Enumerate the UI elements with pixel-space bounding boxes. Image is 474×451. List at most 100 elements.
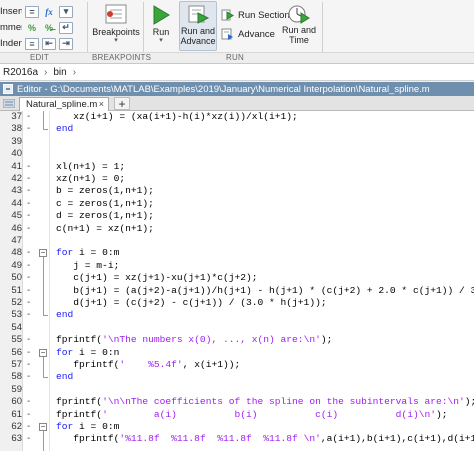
- code-line[interactable]: 55- fprintf('\nThe numbers x(0), ..., x(n…: [0, 334, 474, 346]
- code-line[interactable]: 59: [0, 384, 474, 396]
- code-token: c(j+1) = xz(j+1)-xu(j+1)*c(j+2);: [56, 272, 258, 284]
- breakpoint-dash[interactable]: -: [27, 409, 30, 421]
- code-token: ,a(i+1),b(i+1),c(i+1),d(i+1));: [320, 433, 474, 445]
- code-text: fprintf('\nThe numbers x(0), ..., x(n) a…: [56, 334, 332, 346]
- breakpoint-dash[interactable]: -: [27, 223, 30, 235]
- code-line[interactable]: 57- fprintf(' %5.4f', x(i+1));: [0, 359, 474, 371]
- path-segment-release[interactable]: R2016a: [3, 67, 38, 78]
- code-line[interactable]: 50- c(j+1) = xz(j+1)-xu(j+1)*c(j+2);: [0, 272, 474, 284]
- code-line[interactable]: 44- c = zeros(1,n+1);: [0, 198, 474, 210]
- code-line[interactable]: 37- xz(i+1) = (xa(i+1)-h(i)*xz(i))/xl(i+…: [0, 111, 474, 123]
- breakpoint-dash[interactable]: -: [27, 334, 30, 346]
- breakpoint-dash[interactable]: -: [27, 198, 30, 210]
- code-line[interactable]: 58- end: [0, 371, 474, 383]
- breakpoint-dash[interactable]: -: [27, 421, 30, 433]
- code-line[interactable]: 61- fprintf(' a(i) b(i) c(i) d(i)\n');: [0, 409, 474, 421]
- fx-icon[interactable]: fx: [42, 6, 56, 18]
- breakpoint-dash[interactable]: -: [27, 309, 30, 321]
- run-section-button[interactable]: Run Section: [221, 9, 290, 21]
- indent-row[interactable]: Indent ≡ ⇤ ⇥: [0, 36, 73, 51]
- advance-button[interactable]: Advance: [221, 28, 275, 40]
- breakpoint-dash[interactable]: -: [27, 260, 30, 272]
- code-line[interactable]: 39: [0, 136, 474, 148]
- string-token: ' %5.4f': [119, 359, 183, 370]
- wrap-comments-icon[interactable]: ↵: [59, 21, 73, 34]
- chevron-right-icon[interactable]: ›: [73, 67, 76, 78]
- breakpoint-dash[interactable]: -: [27, 123, 30, 135]
- current-folder-bar[interactable]: R2016a › bin ›: [0, 64, 474, 81]
- code-line[interactable]: 63- fprintf('%11.8f %11.8f %11.8f %11.8f…: [0, 433, 474, 445]
- editor-title-bar: Editor - G:\Documents\MATLAB\Examples\20…: [0, 82, 474, 96]
- breakpoint-dash[interactable]: -: [27, 371, 30, 383]
- code-line[interactable]: 54: [0, 322, 474, 334]
- line-number: 63: [11, 433, 22, 445]
- comment-label: mment: [0, 22, 22, 33]
- function-menu-icon[interactable]: ▾: [59, 5, 73, 18]
- code-line[interactable]: 52- d(j+1) = (c(j+2) - c(j+1)) / (3.0 * …: [0, 297, 474, 309]
- code-line[interactable]: 60- fprintf('\n\nThe coefficients of the …: [0, 396, 474, 408]
- tab-natural-spline[interactable]: Natural_spline.m ×: [19, 97, 109, 111]
- insert-row[interactable]: Insert = fx ▾: [0, 4, 73, 19]
- string-token: ' a(i) b(i) c(i) d(i)\n': [102, 408, 436, 420]
- increase-indent-icon[interactable]: ⇥: [59, 37, 73, 50]
- fold-toggle-icon[interactable]: −: [39, 423, 47, 431]
- run-and-advance-button[interactable]: Run and Advance: [179, 1, 217, 51]
- uncomment-icon[interactable]: %̶: [42, 22, 56, 34]
- code-line[interactable]: 49- j = m-i;: [0, 260, 474, 272]
- code-line[interactable]: 41- xl(n+1) = 1;: [0, 161, 474, 173]
- code-line[interactable]: 56- for i = 0:n: [0, 347, 474, 359]
- line-number: 55: [11, 334, 22, 346]
- breakpoint-dash[interactable]: -: [27, 173, 30, 185]
- breakpoint-dash[interactable]: -: [27, 285, 30, 297]
- line-number: 58: [11, 371, 22, 383]
- code-text: for i = 0:m: [56, 247, 119, 259]
- code-line[interactable]: 46- c(n+1) = xz(n+1);: [0, 223, 474, 235]
- breakpoint-dash[interactable]: -: [27, 210, 30, 222]
- smart-indent-icon[interactable]: ≡: [25, 37, 39, 50]
- breakpoint-dash[interactable]: -: [27, 185, 30, 197]
- breakpoint-dash[interactable]: -: [27, 396, 30, 408]
- fold-toggle-icon[interactable]: −: [39, 249, 47, 258]
- code-line[interactable]: 53- end: [0, 309, 474, 321]
- code-line[interactable]: 48- for i = 0:m: [0, 247, 474, 259]
- run-and-time-button[interactable]: Run and Time: [281, 3, 317, 45]
- close-icon[interactable]: ×: [99, 99, 104, 109]
- comment-icon[interactable]: %: [25, 22, 39, 34]
- code-line[interactable]: 45- d = zeros(1,n+1);: [0, 210, 474, 222]
- code-line[interactable]: 51- b(j+1) = (a(j+2)-a(j+1))/h(j+1) - h(…: [0, 285, 474, 297]
- breakpoint-dash[interactable]: -: [27, 247, 30, 259]
- breakpoint-dash[interactable]: -: [27, 272, 30, 284]
- code-line[interactable]: 38- end: [0, 123, 474, 135]
- run-and-advance-label-2: Advance: [180, 36, 216, 46]
- code-line[interactable]: 40: [0, 148, 474, 160]
- code-line[interactable]: 62- for i = 0:m: [0, 421, 474, 433]
- code-token: d = zeros(1,n+1);: [56, 210, 154, 222]
- code-token: i = 0:m: [73, 421, 120, 432]
- breakpoints-button[interactable]: Breakpoints ▾: [92, 3, 140, 45]
- breakpoint-dash[interactable]: -: [27, 297, 30, 309]
- breakpoint-dash[interactable]: -: [27, 359, 30, 371]
- keyword-token: for: [56, 247, 74, 259]
- tab-list-icon[interactable]: [3, 99, 15, 108]
- comment-row[interactable]: mment % %̶ ↵: [0, 20, 73, 35]
- breakpoint-dash[interactable]: -: [27, 347, 30, 359]
- code-token: );: [320, 334, 333, 346]
- code-token: , x(i+1));: [182, 359, 241, 370]
- code-text: end: [56, 371, 73, 383]
- code-line[interactable]: 42- xz(n+1) = 0;: [0, 173, 474, 185]
- decrease-indent-icon[interactable]: ⇤: [42, 37, 56, 50]
- run-button[interactable]: Run ▾: [148, 3, 174, 45]
- code-line[interactable]: 43- b = zeros(1,n+1);: [0, 185, 474, 197]
- breakpoint-dash[interactable]: -: [27, 161, 30, 173]
- code-token: xz(n+1) = 0;: [56, 173, 126, 184]
- code-line[interactable]: 47: [0, 235, 474, 247]
- code-text: c(j+1) = xz(j+1)-xu(j+1)*c(j+2);: [56, 272, 258, 284]
- new-tab-plus-icon[interactable]: +: [114, 97, 130, 110]
- breakpoint-dash[interactable]: -: [27, 111, 30, 123]
- fold-toggle-icon[interactable]: −: [39, 348, 47, 357]
- insert-equals-icon[interactable]: =: [25, 5, 39, 18]
- line-number: 49: [11, 259, 22, 271]
- breakpoint-dash[interactable]: -: [27, 433, 30, 445]
- code-editor[interactable]: 37- xz(i+1) = (xa(i+1)-h(i)*xz(i))/xl(i+…: [0, 111, 474, 451]
- path-segment-bin[interactable]: bin: [53, 67, 66, 78]
